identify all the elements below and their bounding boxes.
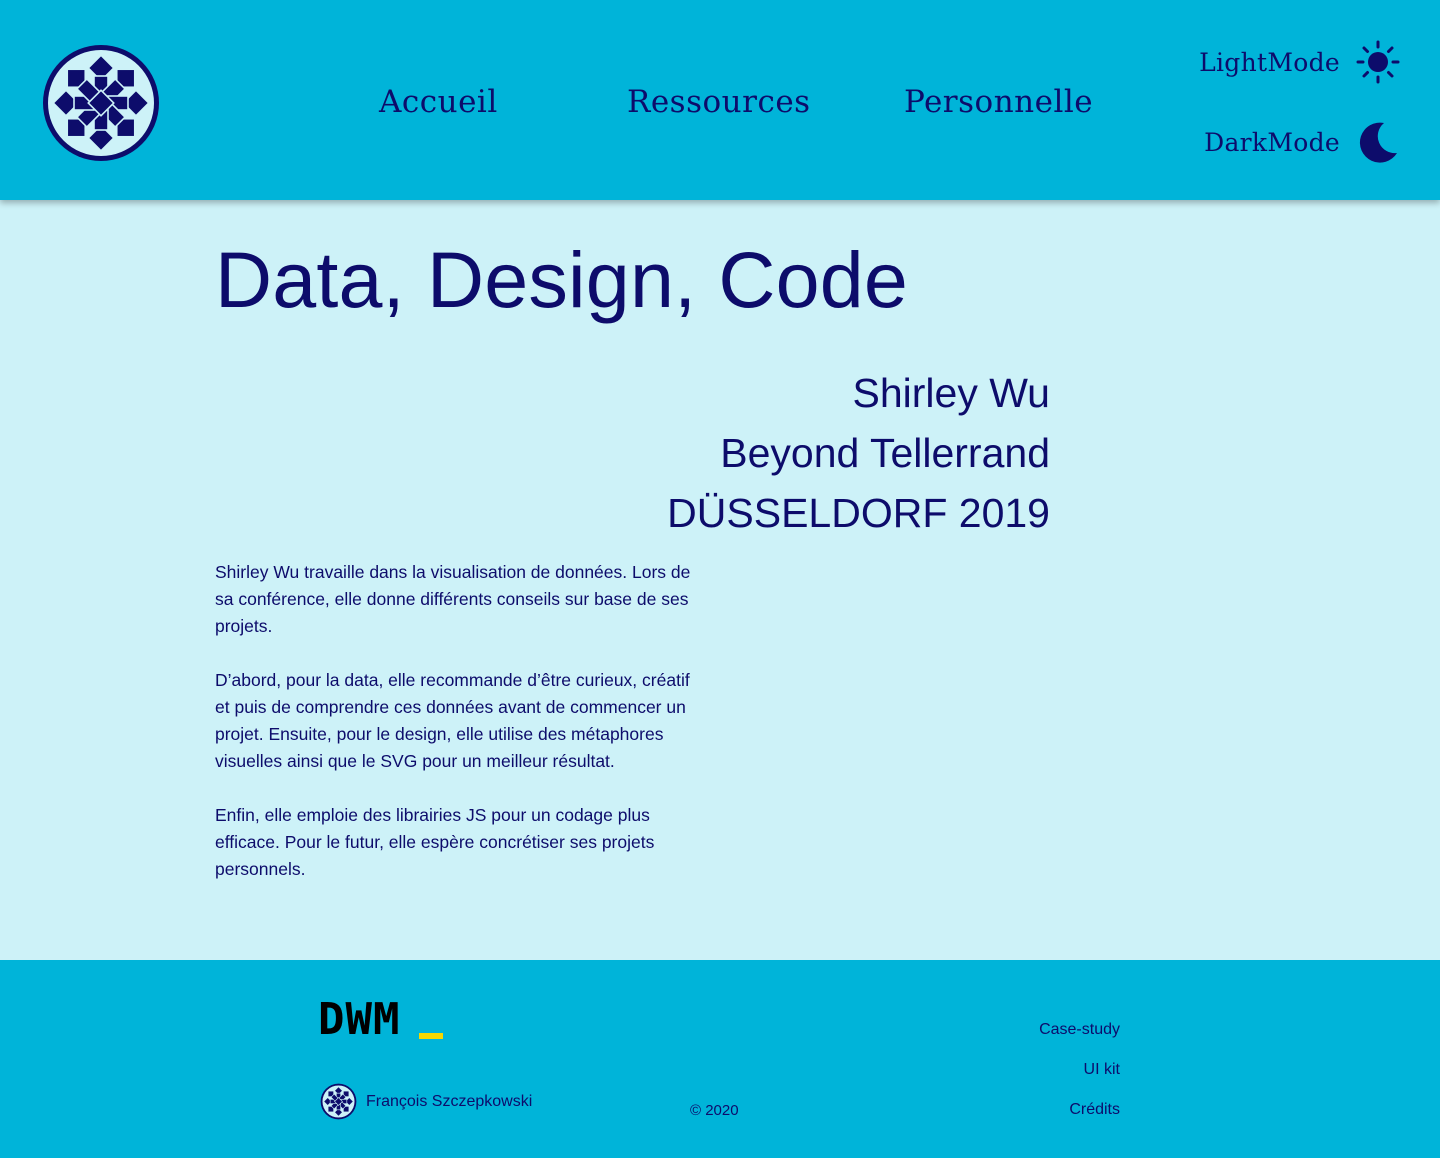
- footer-links: Case-study UI kit Crédits: [1039, 1020, 1120, 1140]
- nav-link-accueil[interactable]: Accueil: [379, 84, 498, 120]
- main-nav: Accueil Ressources Personnelle: [0, 84, 1440, 124]
- sun-icon: [1356, 40, 1400, 84]
- nav-link-ressources[interactable]: Ressources: [627, 84, 811, 120]
- talk-meta: Shirley Wu Beyond Tellerrand DÜSSELDORF …: [667, 363, 1050, 543]
- page-title: Data, Design, Code: [215, 235, 909, 324]
- event-location: DÜSSELDORF 2019: [667, 490, 1050, 536]
- paragraph-data-design: D’abord, pour la data, elle recommande d…: [215, 670, 690, 771]
- speaker-name: Shirley Wu: [852, 370, 1050, 416]
- footer-link-ui-kit[interactable]: UI kit: [1039, 1060, 1120, 1080]
- dwm-brand: DWM: [318, 994, 401, 1045]
- footer-link-case-study[interactable]: Case-study: [1039, 1020, 1120, 1040]
- dark-mode-label: DarkMode: [1204, 127, 1340, 157]
- footer-link-credits[interactable]: Crédits: [1039, 1100, 1120, 1120]
- paragraph-code-future: Enfin, elle emploie des librairies JS po…: [215, 805, 655, 879]
- site-header: Accueil Ressources Personnelle LightMode…: [0, 0, 1440, 200]
- light-mode-toggle[interactable]: LightMode: [1199, 40, 1400, 84]
- snowflake-avatar-icon: [320, 1083, 357, 1120]
- dark-mode-toggle[interactable]: DarkMode: [1204, 120, 1400, 164]
- main-content: Data, Design, Code Shirley Wu Beyond Tel…: [0, 200, 1440, 960]
- event-name: Beyond Tellerrand: [720, 430, 1050, 476]
- author-name: François Szczepkowski: [366, 1092, 533, 1110]
- author-credit: François Szczepkowski: [320, 1083, 532, 1120]
- paragraph-intro: Shirley Wu travaille dans la visualisati…: [215, 562, 691, 636]
- brand-cursor: [419, 1033, 443, 1039]
- light-mode-label: LightMode: [1199, 47, 1340, 77]
- moon-icon: [1359, 122, 1397, 163]
- nav-link-personnelle[interactable]: Personnelle: [904, 84, 1093, 120]
- copyright-text: © 2020: [690, 1102, 739, 1119]
- article-body: Shirley Wu travaille dans la visualisati…: [215, 559, 705, 910]
- site-footer: DWM François Szczepkowski © 2020 Case-st…: [0, 960, 1440, 1158]
